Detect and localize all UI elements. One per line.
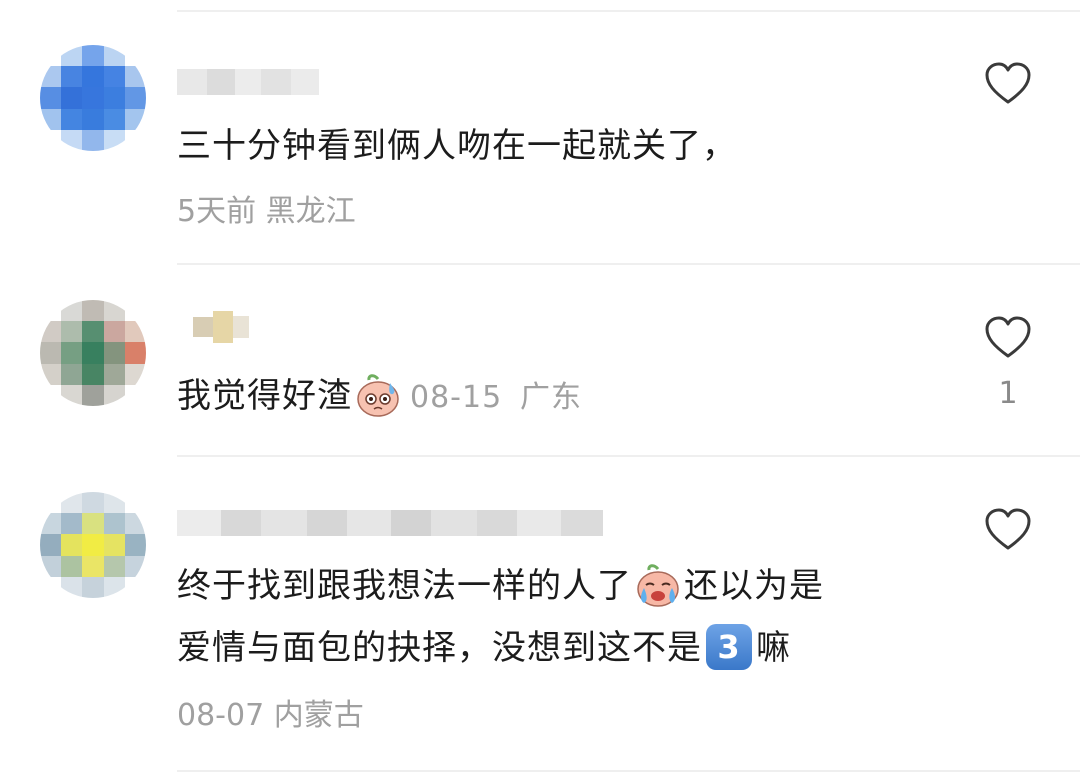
username-blurred[interactable]	[177, 67, 319, 97]
comment-time: 08-15	[410, 380, 503, 415]
comment-location: 内蒙古	[273, 698, 364, 733]
blurred-avatar-icon	[40, 492, 146, 598]
crying-face-emoji-icon	[637, 563, 679, 607]
divider-top	[177, 10, 1080, 12]
heart-icon[interactable]	[984, 62, 1032, 106]
comment-text: 我觉得好渣 08-15 广东	[177, 366, 582, 428]
heart-icon[interactable]	[984, 316, 1032, 360]
comment-text-line-2: 爱情与面包的抉择，没想到这不是 3 嘛	[177, 618, 791, 678]
comment-text-line-1: 终于找到跟我想法一样的人了 还以为是	[177, 556, 824, 616]
comment-meta: 5天前 黑龙江	[177, 186, 356, 230]
avatar[interactable]	[40, 45, 146, 151]
comment-location: 黑龙江	[265, 194, 356, 229]
comment-text-part: 爱情与面包的抉择，没想到这不是	[177, 628, 702, 668]
avatar[interactable]	[40, 492, 146, 598]
comment-time: 08-07	[177, 698, 265, 733]
username-blurred[interactable]	[177, 307, 249, 347]
divider	[177, 770, 1080, 772]
comment-meta: 08-07 内蒙古	[177, 690, 364, 734]
blurred-avatar-icon	[40, 300, 146, 406]
divider	[177, 455, 1080, 457]
keycap-three-icon: 3	[706, 623, 752, 670]
comment-location: 广东	[520, 380, 582, 415]
comment-time: 5天前	[177, 194, 257, 229]
like-count: 1	[998, 376, 1018, 411]
sweating-face-emoji-icon	[357, 373, 399, 417]
comment-text-part: 终于找到跟我想法一样的人了	[177, 566, 632, 606]
comment-text-part: 还以为是	[684, 566, 824, 606]
comment-text: 三十分钟看到俩人吻在一起就关了，	[177, 126, 737, 166]
username-blurred[interactable]	[177, 508, 603, 538]
blurred-avatar-icon	[40, 45, 146, 151]
comment-text-content: 我觉得好渣	[177, 376, 352, 416]
divider	[177, 263, 1080, 265]
avatar[interactable]	[40, 300, 146, 406]
comment-text-part: 嘛	[756, 628, 791, 668]
heart-icon[interactable]	[984, 508, 1032, 552]
